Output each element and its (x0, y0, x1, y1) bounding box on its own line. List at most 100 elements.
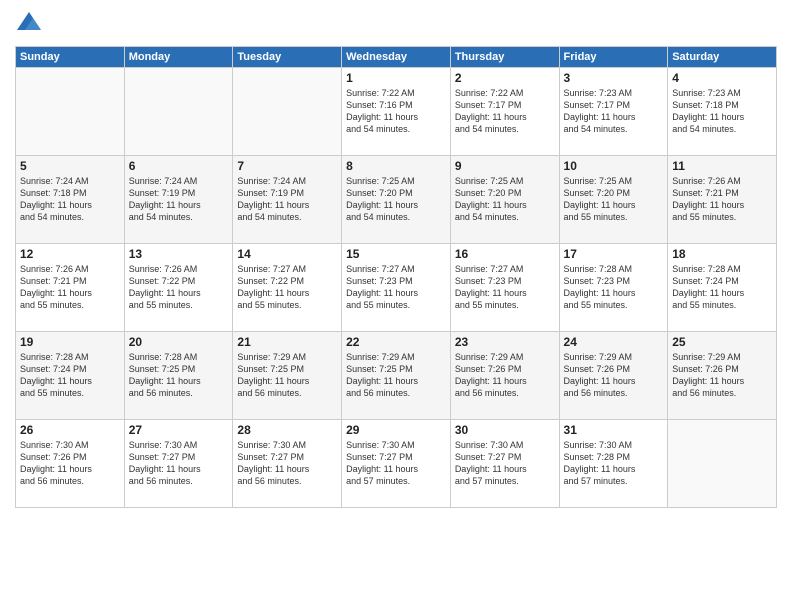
calendar-cell: 15 Sunrise: 7:27 AM Sunset: 7:23 PM Dayli… (342, 244, 451, 332)
calendar-cell: 29 Sunrise: 7:30 AM Sunset: 7:27 PM Dayli… (342, 420, 451, 508)
day-number: 29 (346, 423, 446, 437)
day-info: Sunrise: 7:28 AM Sunset: 7:23 PM Dayligh… (564, 263, 664, 312)
day-info: Sunrise: 7:29 AM Sunset: 7:25 PM Dayligh… (346, 351, 446, 400)
day-number: 2 (455, 71, 555, 85)
day-number: 19 (20, 335, 120, 349)
day-number: 8 (346, 159, 446, 173)
day-number: 27 (129, 423, 229, 437)
day-info: Sunrise: 7:28 AM Sunset: 7:25 PM Dayligh… (129, 351, 229, 400)
calendar-cell (668, 420, 777, 508)
day-info: Sunrise: 7:24 AM Sunset: 7:19 PM Dayligh… (129, 175, 229, 224)
day-number: 20 (129, 335, 229, 349)
weekday-header-row: SundayMondayTuesdayWednesdayThursdayFrid… (16, 47, 777, 68)
logo (15, 10, 46, 38)
day-number: 16 (455, 247, 555, 261)
day-info: Sunrise: 7:27 AM Sunset: 7:22 PM Dayligh… (237, 263, 337, 312)
day-info: Sunrise: 7:27 AM Sunset: 7:23 PM Dayligh… (346, 263, 446, 312)
day-info: Sunrise: 7:29 AM Sunset: 7:25 PM Dayligh… (237, 351, 337, 400)
calendar-cell (124, 68, 233, 156)
day-number: 18 (672, 247, 772, 261)
calendar-cell: 11Sunrise: 7:26 AM Sunset: 7:21 PM Dayli… (668, 156, 777, 244)
day-number: 3 (564, 71, 664, 85)
day-info: Sunrise: 7:28 AM Sunset: 7:24 PM Dayligh… (20, 351, 120, 400)
weekday-header-thursday: Thursday (450, 47, 559, 68)
calendar-cell: 19 Sunrise: 7:28 AM Sunset: 7:24 PM Dayli… (16, 332, 125, 420)
calendar-week-row: 5Sunrise: 7:24 AM Sunset: 7:18 PM Daylig… (16, 156, 777, 244)
calendar-cell: 21 Sunrise: 7:29 AM Sunset: 7:25 PM Dayli… (233, 332, 342, 420)
calendar-cell: 18 Sunrise: 7:28 AM Sunset: 7:24 PM Dayli… (668, 244, 777, 332)
day-number: 7 (237, 159, 337, 173)
weekday-header-wednesday: Wednesday (342, 47, 451, 68)
day-number: 15 (346, 247, 446, 261)
weekday-header-tuesday: Tuesday (233, 47, 342, 68)
day-number: 23 (455, 335, 555, 349)
day-info: Sunrise: 7:29 AM Sunset: 7:26 PM Dayligh… (672, 351, 772, 400)
day-info: Sunrise: 7:23 AM Sunset: 7:18 PM Dayligh… (672, 87, 772, 136)
day-info: Sunrise: 7:30 AM Sunset: 7:26 PM Dayligh… (20, 439, 120, 488)
day-number: 5 (20, 159, 120, 173)
calendar-cell: 12Sunrise: 7:26 AM Sunset: 7:21 PM Dayli… (16, 244, 125, 332)
calendar-cell (16, 68, 125, 156)
day-info: Sunrise: 7:25 AM Sunset: 7:20 PM Dayligh… (346, 175, 446, 224)
day-number: 26 (20, 423, 120, 437)
day-info: Sunrise: 7:26 AM Sunset: 7:22 PM Dayligh… (129, 263, 229, 312)
calendar-cell: 6 Sunrise: 7:24 AM Sunset: 7:19 PM Daylig… (124, 156, 233, 244)
calendar-cell: 31Sunrise: 7:30 AM Sunset: 7:28 PM Dayli… (559, 420, 668, 508)
calendar-cell (233, 68, 342, 156)
day-number: 4 (672, 71, 772, 85)
calendar-cell: 8 Sunrise: 7:25 AM Sunset: 7:20 PM Daylig… (342, 156, 451, 244)
calendar-cell: 24 Sunrise: 7:29 AM Sunset: 7:26 PM Dayli… (559, 332, 668, 420)
day-info: Sunrise: 7:29 AM Sunset: 7:26 PM Dayligh… (564, 351, 664, 400)
day-info: Sunrise: 7:25 AM Sunset: 7:20 PM Dayligh… (564, 175, 664, 224)
logo-icon (15, 10, 43, 38)
day-number: 12 (20, 247, 120, 261)
calendar-cell: 5Sunrise: 7:24 AM Sunset: 7:18 PM Daylig… (16, 156, 125, 244)
day-info: Sunrise: 7:30 AM Sunset: 7:27 PM Dayligh… (455, 439, 555, 488)
weekday-header-monday: Monday (124, 47, 233, 68)
weekday-header-saturday: Saturday (668, 47, 777, 68)
calendar-cell: 9Sunrise: 7:25 AM Sunset: 7:20 PM Daylig… (450, 156, 559, 244)
day-info: Sunrise: 7:23 AM Sunset: 7:17 PM Dayligh… (564, 87, 664, 136)
calendar-week-row: 26 Sunrise: 7:30 AM Sunset: 7:26 PM Dayli… (16, 420, 777, 508)
calendar-cell: 20 Sunrise: 7:28 AM Sunset: 7:25 PM Dayli… (124, 332, 233, 420)
day-info: Sunrise: 7:26 AM Sunset: 7:21 PM Dayligh… (672, 175, 772, 224)
calendar-cell: 28 Sunrise: 7:30 AM Sunset: 7:27 PM Dayli… (233, 420, 342, 508)
calendar-cell: 27 Sunrise: 7:30 AM Sunset: 7:27 PM Dayli… (124, 420, 233, 508)
day-number: 28 (237, 423, 337, 437)
day-info: Sunrise: 7:25 AM Sunset: 7:20 PM Dayligh… (455, 175, 555, 224)
day-number: 13 (129, 247, 229, 261)
calendar-cell: 3 Sunrise: 7:23 AM Sunset: 7:17 PM Daylig… (559, 68, 668, 156)
calendar-cell: 2Sunrise: 7:22 AM Sunset: 7:17 PM Daylig… (450, 68, 559, 156)
calendar-cell: 26 Sunrise: 7:30 AM Sunset: 7:26 PM Dayli… (16, 420, 125, 508)
day-info: Sunrise: 7:30 AM Sunset: 7:27 PM Dayligh… (237, 439, 337, 488)
day-number: 1 (346, 71, 446, 85)
day-number: 14 (237, 247, 337, 261)
calendar-table: SundayMondayTuesdayWednesdayThursdayFrid… (15, 46, 777, 508)
header (15, 10, 777, 38)
calendar-cell: 7Sunrise: 7:24 AM Sunset: 7:19 PM Daylig… (233, 156, 342, 244)
day-number: 22 (346, 335, 446, 349)
weekday-header-sunday: Sunday (16, 47, 125, 68)
day-number: 24 (564, 335, 664, 349)
calendar-cell: 4 Sunrise: 7:23 AM Sunset: 7:18 PM Daylig… (668, 68, 777, 156)
calendar-cell: 22 Sunrise: 7:29 AM Sunset: 7:25 PM Dayli… (342, 332, 451, 420)
day-info: Sunrise: 7:27 AM Sunset: 7:23 PM Dayligh… (455, 263, 555, 312)
day-info: Sunrise: 7:22 AM Sunset: 7:16 PM Dayligh… (346, 87, 446, 136)
day-number: 21 (237, 335, 337, 349)
day-info: Sunrise: 7:28 AM Sunset: 7:24 PM Dayligh… (672, 263, 772, 312)
day-info: Sunrise: 7:30 AM Sunset: 7:27 PM Dayligh… (346, 439, 446, 488)
weekday-header-friday: Friday (559, 47, 668, 68)
calendar-cell: 14 Sunrise: 7:27 AM Sunset: 7:22 PM Dayli… (233, 244, 342, 332)
day-info: Sunrise: 7:30 AM Sunset: 7:27 PM Dayligh… (129, 439, 229, 488)
calendar-cell: 17 Sunrise: 7:28 AM Sunset: 7:23 PM Dayli… (559, 244, 668, 332)
day-number: 6 (129, 159, 229, 173)
day-info: Sunrise: 7:30 AM Sunset: 7:28 PM Dayligh… (564, 439, 664, 488)
calendar-cell: 10Sunrise: 7:25 AM Sunset: 7:20 PM Dayli… (559, 156, 668, 244)
day-number: 25 (672, 335, 772, 349)
day-number: 17 (564, 247, 664, 261)
calendar-cell: 13 Sunrise: 7:26 AM Sunset: 7:22 PM Dayli… (124, 244, 233, 332)
calendar-cell: 16 Sunrise: 7:27 AM Sunset: 7:23 PM Dayli… (450, 244, 559, 332)
page: SundayMondayTuesdayWednesdayThursdayFrid… (0, 0, 792, 612)
calendar-cell: 23Sunrise: 7:29 AM Sunset: 7:26 PM Dayli… (450, 332, 559, 420)
calendar-week-row: 19 Sunrise: 7:28 AM Sunset: 7:24 PM Dayli… (16, 332, 777, 420)
